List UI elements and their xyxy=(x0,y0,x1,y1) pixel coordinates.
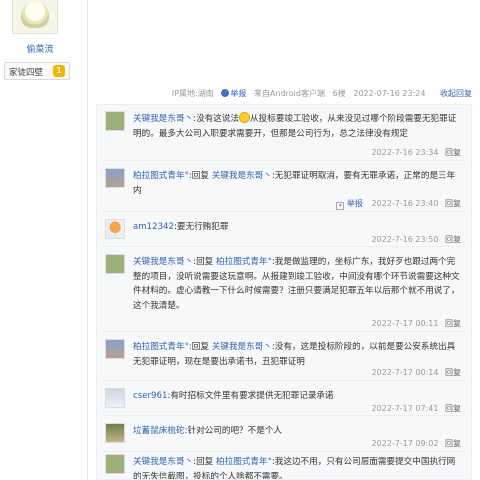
reply-prefix: :回复 xyxy=(188,342,209,352)
reply-button[interactable]: 回复 xyxy=(445,439,461,448)
reply-prefix: :回复 xyxy=(193,257,214,267)
report-icon xyxy=(221,89,230,97)
reply-text: :要无行贿犯罪 xyxy=(173,222,229,232)
reply-author[interactable]: 关键我是东哥丶 xyxy=(133,257,193,267)
reply-footer: 2022-7-17 07:41 回复 xyxy=(371,403,461,414)
reply-avatar[interactable] xyxy=(105,219,125,239)
username-link[interactable]: 偷菜流 xyxy=(0,42,80,55)
reply-avatar[interactable] xyxy=(105,339,125,359)
user-title-text: 家徒四壁 xyxy=(9,68,44,78)
report-link[interactable]: 举报 xyxy=(230,89,246,98)
post-meta-line: IP属地:湖南 举报 来自Android客户端 6楼 2022-07-16 23… xyxy=(96,88,472,100)
dropdown-icon[interactable]: ▾ xyxy=(336,202,345,210)
reply-avatar[interactable] xyxy=(105,423,125,443)
list-item: 关键我是东哥丶:回复 柏拉图式青年°:我这边不用，只有公司层面需要提交中国执行网… xyxy=(103,448,465,479)
reply-avatar[interactable] xyxy=(105,254,125,274)
list-item: 垃蓄鼠床梳砣:针对公司的吧？不是个人 2022-7-17 09:02 回复 xyxy=(103,417,465,452)
reply-author[interactable]: 关键我是东哥丶 xyxy=(133,114,193,124)
reply-button[interactable]: 回复 xyxy=(445,148,461,157)
user-avatar[interactable] xyxy=(21,2,49,28)
reply-footer: 2022-7-16 23:50 回复 xyxy=(371,234,461,245)
reply-time: 2022-7-16 23:34 xyxy=(371,148,439,157)
reply-avatar[interactable] xyxy=(105,388,125,408)
reply-content: 关键我是东哥丶:回复 柏拉图式青年°:我这边不用，只有公司层面需要提交中国执行网… xyxy=(133,455,463,479)
reply-author[interactable]: 关键我是东哥丶 xyxy=(133,457,193,467)
collapse-replies-link[interactable]: 收起回复 xyxy=(440,89,472,98)
reply-avatar[interactable] xyxy=(105,454,125,474)
reply-footer: 2022-7-17 00:14 回复 xyxy=(371,367,461,378)
reply-avatar[interactable] xyxy=(105,111,125,131)
reply-content: am12342:要无行贿犯罪 xyxy=(133,220,463,235)
reply-footer: 2022-7-16 23:34 回复 xyxy=(371,147,461,158)
client-source: 来自Android客户端 xyxy=(254,89,325,98)
reply-author[interactable]: cser961 xyxy=(133,391,167,401)
post-time: 2022-07-16 23:24 xyxy=(353,89,426,98)
reply-time: 2022-7-17 09:02 xyxy=(371,439,439,448)
reply-content: 关键我是东哥丶:回复 柏拉图式青年°:我是做监理的，坐标广东，我好歹也跟过两个完… xyxy=(133,255,463,313)
reply-content: cser961:有时招标文件里有要求提供无犯罪记录承诺 xyxy=(133,389,463,404)
list-item: 关键我是东哥丶:没有这说法 从投标要竣工验收，从来没见过哪个阶段需要无犯罪证明的。… xyxy=(103,105,465,161)
reply-time: 2022-7-17 00:11 xyxy=(371,319,439,328)
reply-target[interactable]: 关键我是东哥丶 xyxy=(212,171,272,181)
reply-avatar[interactable] xyxy=(105,168,125,188)
reply-time: 2022-7-16 23:40 xyxy=(371,199,439,208)
list-item: 柏拉图式青年°:回复 关键我是东哥丶:无犯罪证明取消，要有无罪承诺，正常的是三年… xyxy=(103,162,465,212)
reply-content: 柏拉图式青年°:回复 关键我是东哥丶:没有，这是投标阶段的，以前是要公安系统出具… xyxy=(133,340,463,369)
reply-time: 2022-7-17 07:41 xyxy=(371,404,439,413)
reply-time: 2022-7-16 23:50 xyxy=(371,235,439,244)
reply-text: :有时招标文件里有要求提供无犯罪记录承诺 xyxy=(167,391,334,401)
reply-button[interactable]: 回复 xyxy=(445,368,461,377)
reply-text: :针对公司的吧？不是个人 xyxy=(184,426,283,436)
reply-content: 垃蓄鼠床梳砣:针对公司的吧？不是个人 xyxy=(133,424,463,439)
list-item: 关键我是东哥丶:回复 柏拉图式青年°:我是做监理的，坐标广东，我好歹也跟过两个完… xyxy=(103,248,465,332)
reply-time: 2022-7-17 00:14 xyxy=(371,368,439,377)
user-title-badge: 家徒四壁 1 xyxy=(4,62,70,80)
reply-prefix: :回复 xyxy=(193,457,214,467)
reply-text: :没有这说法 xyxy=(193,114,240,124)
list-item: 柏拉图式青年°:回复 关键我是东哥丶:没有，这是投标阶段的，以前是要公安系统出具… xyxy=(103,333,465,381)
reply-target[interactable]: 柏拉图式青年° xyxy=(216,257,272,267)
reply-author[interactable]: 柏拉图式青年° xyxy=(133,171,189,181)
user-avatar-frame[interactable] xyxy=(12,0,58,34)
author-sidebar: 偷菜流 家徒四壁 1 xyxy=(0,0,88,480)
reply-author[interactable]: 垃蓄鼠床梳砣 xyxy=(133,426,185,436)
reply-button[interactable]: 回复 xyxy=(445,404,461,413)
reply-content: 柏拉图式青年°:回复 关键我是东哥丶:无犯罪证明取消，要有无罪承诺，正常的是三年… xyxy=(133,169,463,198)
reply-list: 关键我是东哥丶:没有这说法 从投标要竣工验收，从来没见过哪个阶段需要无犯罪证明的。… xyxy=(96,104,472,480)
reply-author[interactable]: 柏拉图式青年° xyxy=(133,342,189,352)
list-item: cser961:有时招标文件里有要求提供无犯罪记录承诺 2022-7-17 07… xyxy=(103,382,465,416)
reply-target[interactable]: 关键我是东哥丶 xyxy=(212,342,272,352)
floor-number: 6楼 xyxy=(332,89,346,98)
list-item: am12342:要无行贿犯罪 2022-7-16 23:50 回复 xyxy=(103,213,465,247)
reply-target[interactable]: 柏拉图式青年° xyxy=(216,457,272,467)
reply-author[interactable]: am12342 xyxy=(133,222,174,232)
reply-footer: ▾ 举报 2022-7-16 23:40 回复 xyxy=(336,198,461,210)
ip-location: IP属地:湖南 xyxy=(171,89,214,98)
reply-button[interactable]: 回复 xyxy=(445,199,461,208)
reply-button[interactable]: 回复 xyxy=(445,319,461,328)
reply-footer: 2022-7-17 00:11 回复 xyxy=(371,318,461,329)
report-link[interactable]: 举报 xyxy=(347,199,363,208)
level-icon: 1 xyxy=(53,65,65,77)
reply-prefix: :回复 xyxy=(188,171,209,181)
reply-content: 关键我是东哥丶:没有这说法 从投标要竣工验收，从来没见过哪个阶段需要无犯罪证明的。… xyxy=(133,112,463,141)
reply-button[interactable]: 回复 xyxy=(445,235,461,244)
smile-emoji-icon xyxy=(239,112,251,123)
